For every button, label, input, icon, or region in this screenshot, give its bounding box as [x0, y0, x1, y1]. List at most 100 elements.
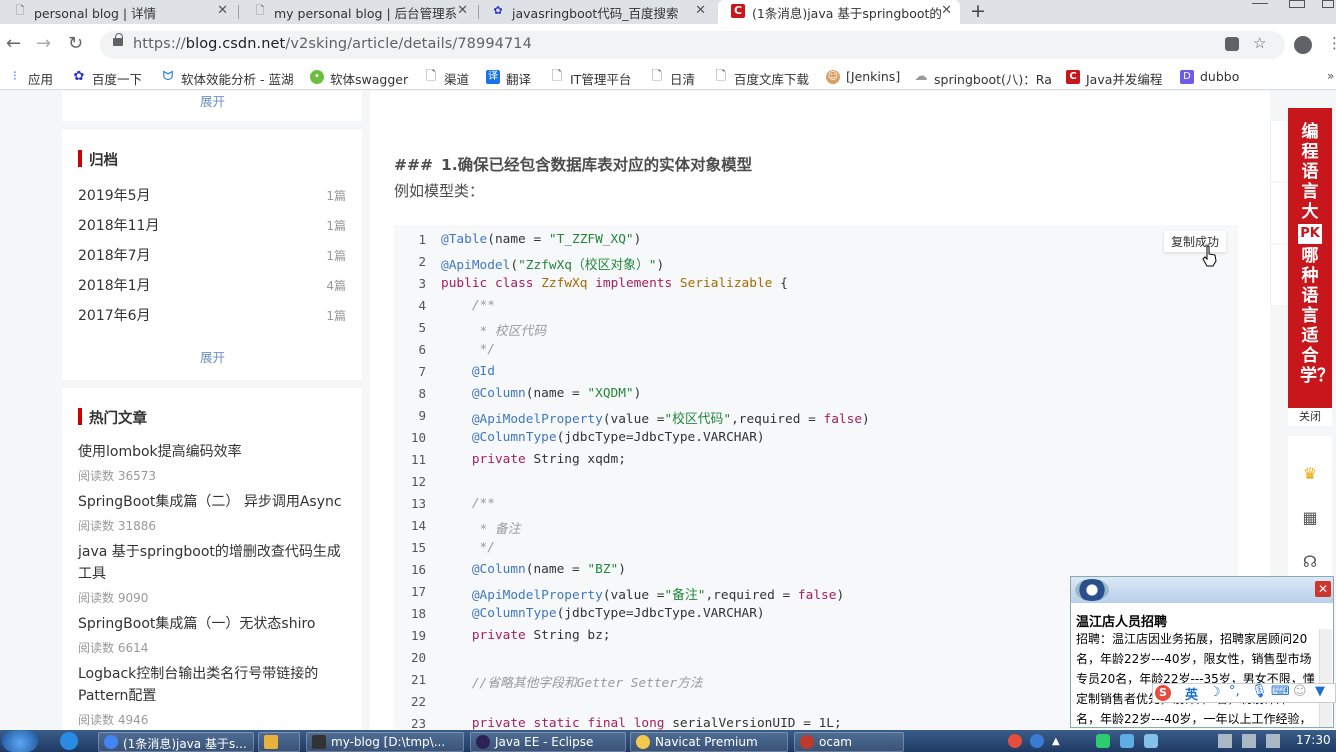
tray-signal-icon[interactable] — [1242, 734, 1256, 748]
taskbar-item-eclipse[interactable]: Java EE - Eclipse — [470, 732, 626, 752]
bookmark-baidu-wenku[interactable]: 🗋 百度文库下载 — [714, 69, 809, 88]
bookmark-apps[interactable]: ⁝ 应用 — [8, 69, 53, 88]
bookmark-translate[interactable]: 译翻译 — [486, 69, 531, 88]
code-line: @Column(name = "XQDM") — [471, 386, 642, 401]
extension-icon[interactable] — [1225, 37, 1239, 51]
new-tab-button[interactable]: + — [970, 0, 986, 22]
menu-kebab-icon[interactable]: ⋮ — [1327, 34, 1336, 52]
window-close-icon[interactable] — [1322, 0, 1334, 8]
article-paragraph: 例如模型类： — [394, 182, 485, 200]
bookmark-lanhu[interactable]: ᗢ 软体效能分析 - 蓝湖 — [161, 69, 294, 88]
customer-service-icon[interactable]: ☊ — [1300, 552, 1320, 572]
archive-item[interactable]: 2018年7月 1篇 — [78, 245, 346, 265]
ad-banner[interactable]: 编程语言大 PK 哪种语言适合学？ — [1288, 108, 1334, 408]
tray-network-icon[interactable] — [1218, 734, 1232, 748]
back-icon[interactable]: ← — [6, 34, 21, 54]
hot-article-link[interactable]: Logback控制台输出类名行号带链接的Pattern配置 — [78, 663, 348, 707]
bookmark-baidu[interactable]: ✿ 百度一下 — [72, 69, 142, 88]
tab-csdn-article[interactable]: C (1条消息)java 基于springboot的 ✕ — [718, 0, 960, 24]
code-line-number: 4 — [418, 298, 426, 313]
code-line: /** — [441, 496, 495, 511]
expand-link[interactable]: 展开 — [200, 91, 225, 110]
moon-icon[interactable]: ☽ — [1209, 685, 1221, 700]
code-line: public class ZzfwXq implements Serializa… — [441, 276, 788, 291]
bookmark-springboot-rabbit[interactable]: ☁ springboot(八)：Ra — [914, 69, 1054, 88]
popup-close-button[interactable]: ✕ — [1315, 581, 1331, 597]
taskbar-item-chrome[interactable]: (1条消息)java 基于s... — [98, 732, 254, 752]
tray-volume-icon[interactable] — [1266, 734, 1280, 748]
bookmark-it-platform[interactable]: 🗋 IT管理平台 — [550, 69, 632, 88]
taskbar-item-ocam[interactable]: ocam — [794, 732, 904, 752]
heading-hash: ### — [394, 156, 433, 174]
qrcode-icon[interactable]: ▦ — [1300, 508, 1320, 528]
tab-title: personal blog | 详情 — [34, 6, 157, 21]
close-icon[interactable]: ✕ — [457, 3, 468, 18]
url-text[interactable]: https://blog.csdn.net/v2sking/article/de… — [133, 36, 532, 52]
forward-icon[interactable]: → — [36, 34, 51, 54]
tray-expand-icon[interactable]: ▲ — [1052, 736, 1060, 747]
bookmark-label: 应用 — [28, 72, 54, 87]
bookmarks-overflow-icon[interactable]: » — [1327, 69, 1334, 83]
tab-admin[interactable]: 🗋 my personal blog | 后台管理系 ✕ — [240, 0, 476, 24]
hot-article-link[interactable]: java 基于springboot的增删改查代码生成工具 — [78, 541, 348, 585]
tray-bluetooth-icon[interactable] — [1120, 734, 1134, 748]
tab-personal-blog-detail[interactable]: 🗋 personal blog | 详情 ✕ — [0, 0, 236, 24]
shirt-icon[interactable]: ▼ — [1315, 684, 1325, 699]
bookmark-channel[interactable]: 🗋 渠道 — [424, 69, 469, 88]
punctuation-icon[interactable]: °, — [1229, 684, 1240, 699]
tray-help-icon[interactable] — [1030, 734, 1044, 748]
omnibox[interactable]: https://blog.csdn.net/v2sking/article/de… — [100, 31, 1285, 59]
close-icon[interactable]: ✕ — [941, 3, 952, 18]
archive-item[interactable]: 2019年5月 1篇 — [78, 185, 346, 205]
microphone-icon[interactable]: 🎙 — [1251, 684, 1268, 699]
popup-body: 招聘：温江店因业务拓展，招聘家居顾问20名，年龄22岁---40岁，限女性，销售… — [1076, 632, 1315, 725]
code-line-number: 6 — [418, 342, 426, 357]
bookmark-swagger[interactable]: • 软体swagger — [310, 69, 408, 88]
taskbar-item-navicat[interactable]: Navicat Premium — [630, 732, 788, 752]
profile-avatar-icon[interactable] — [1294, 36, 1312, 54]
lock-icon — [113, 33, 123, 46]
star-icon[interactable]: ☆ — [1253, 34, 1266, 52]
ad-close-button[interactable]: 关闭 — [1288, 408, 1332, 426]
page-icon: 🗋 — [715, 69, 727, 84]
taskbar-item-explorer[interactable] — [258, 732, 300, 752]
archive-item[interactable]: 2018年11月 1篇 — [78, 215, 346, 235]
archive-item[interactable]: 2017年6月 1篇 — [78, 305, 346, 325]
vip-crown-icon[interactable]: ♛ — [1300, 464, 1320, 484]
bookmark-riqing[interactable]: 🗋 日清 — [650, 69, 695, 88]
hot-article-link[interactable]: SpringBoot集成篇（二） 异步调用Async — [78, 491, 348, 513]
bookmark-jenkins[interactable]: ☺ [Jenkins] — [826, 69, 900, 84]
sogou-logo-icon[interactable]: S — [1155, 685, 1171, 701]
ie-icon[interactable] — [60, 732, 78, 750]
hot-article-link[interactable]: SpringBoot集成篇（一）无状态shiro — [78, 613, 348, 635]
close-icon[interactable]: ✕ — [695, 3, 706, 18]
tray-sogou-icon[interactable] — [1008, 734, 1022, 748]
minimize-icon[interactable] — [1252, 0, 1268, 4]
restore-icon[interactable] — [1289, 0, 1305, 8]
code-line-number: 21 — [410, 672, 426, 687]
taskbar-clock[interactable]: 17:30 — [1296, 733, 1331, 747]
code-line-number: 2 — [418, 254, 426, 269]
close-icon[interactable]: ✕ — [217, 3, 228, 18]
keyboard-icon[interactable]: ⌨ — [1271, 684, 1290, 699]
start-button-icon[interactable] — [2, 730, 38, 752]
reload-icon[interactable]: ↻ — [68, 34, 83, 54]
bookmark-dubbo[interactable]: Ddubbo — [1180, 69, 1239, 84]
ime-mode[interactable]: 英 — [1185, 684, 1198, 703]
bookmark-label: 翻译 — [506, 72, 532, 87]
code-line-number: 16 — [410, 562, 426, 577]
hot-article-link[interactable]: 使用lombok提高编码效率 — [78, 441, 348, 463]
tray-shield-icon[interactable] — [1144, 734, 1158, 748]
code-line-number: 1 — [418, 232, 426, 247]
archive-item[interactable]: 2018年1月 4篇 — [78, 275, 346, 295]
user-icon[interactable]: ☺ — [1293, 684, 1307, 699]
bookmark-java-concurrency[interactable]: C Java并发编程 — [1066, 69, 1162, 88]
page-icon: 🗋 — [425, 69, 437, 84]
tray-wechat-icon[interactable] — [1096, 734, 1110, 748]
popup-scrollbar[interactable] — [1319, 629, 1332, 727]
taskbar-item-idea[interactable]: my-blog [D:\tmp\... — [306, 732, 464, 752]
tab-baidu-search[interactable]: ✿ javasringboot代码_百度搜索 ✕ — [478, 0, 714, 24]
code-line: @ColumnType(jdbcType=JdbcType.VARCHAR) — [471, 430, 765, 445]
archive-expand-link[interactable]: 展开 — [200, 347, 225, 366]
code-line: * 校区代码 — [441, 324, 547, 339]
